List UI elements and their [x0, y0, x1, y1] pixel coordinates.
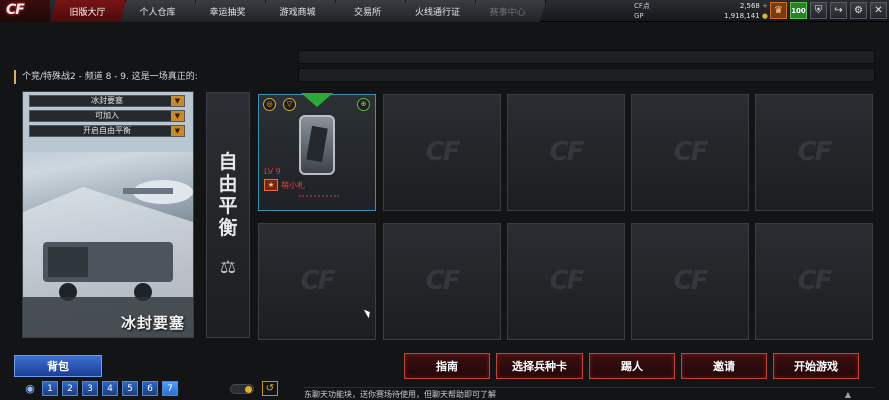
gp-value: 1,918,141: [724, 12, 760, 20]
balance-mode-dropdown[interactable]: 开启自由平衡 ▼: [29, 125, 185, 137]
map-panel[interactable]: 冰封要塞 ▼ 可加入 ▼ 开启自由平衡 ▼ 冰封要塞: [22, 91, 194, 338]
empty-slot-8[interactable]: CF: [507, 223, 625, 340]
tab-old-lobby[interactable]: 旧版大厅: [50, 0, 126, 22]
player-slot-1[interactable]: ◎ ▽ ⊕ LV 9 ★ 萌小札: [258, 93, 376, 211]
room-title: 个竞/特殊战2 - 频道 8 - 9. 这是一场真正的:: [14, 70, 296, 84]
game-mode-panel[interactable]: 自 由 平 衡 ⚖: [206, 92, 250, 338]
page-5-button[interactable]: 5: [122, 381, 138, 396]
start-game-button[interactable]: 开始游戏: [773, 353, 859, 379]
character-icon[interactable]: ◉: [22, 381, 38, 396]
map-name-label: 冰封要塞: [120, 314, 185, 332]
empty-slot-4[interactable]: CF: [631, 94, 749, 211]
cf-watermark: CF: [549, 137, 585, 167]
room-notice-bar: [298, 68, 875, 82]
currency-panel: CF点 2,568 + GP 1,918,141 ●: [634, 1, 768, 21]
cf-watermark: CF: [300, 266, 336, 296]
mode-char: 自: [218, 151, 238, 173]
cf-watermark: CF: [549, 266, 585, 296]
level-badge[interactable]: 100: [790, 2, 807, 19]
mode-char: 平: [218, 195, 238, 217]
chevron-down-icon: ▼: [171, 111, 184, 121]
chevron-down-icon: ▼: [171, 126, 184, 136]
status-dots: [299, 195, 339, 199]
tab-game-shop[interactable]: 游戏商城: [260, 0, 336, 22]
empty-slot-6[interactable]: CF: [258, 223, 376, 340]
balance-mode-value: 开启自由平衡: [83, 126, 131, 135]
player-name: 萌小札: [281, 181, 305, 190]
chat-bar[interactable]: 东聊天功能块，送你赛场待使用，但聊天帮助即可了解 ▲: [304, 387, 875, 400]
player-level: LV 9: [264, 167, 281, 176]
gear-icon[interactable]: ⚙: [850, 2, 867, 19]
cf-points-label: CF点: [634, 2, 650, 10]
cf-watermark: CF: [673, 266, 709, 296]
cf-watermark: CF: [673, 137, 709, 167]
top-bar: CF 旧版大厅 个人仓库 幸运抽奖 游戏商城 交易所 火线通行证 赛事中心 CF…: [0, 0, 889, 22]
choose-class-card-button[interactable]: 选择兵种卡: [496, 353, 583, 379]
undo-icon[interactable]: ↺: [262, 381, 278, 396]
backpack-pages: ◉ 1 2 3 4 5 6 7: [22, 381, 178, 396]
guide-button[interactable]: 指南: [404, 353, 490, 379]
map-select-dropdown[interactable]: 冰封要塞 ▼: [29, 95, 185, 107]
empty-slot-7[interactable]: CF: [383, 223, 501, 340]
cf-watermark: CF: [797, 266, 833, 296]
empty-slot-3[interactable]: CF: [507, 94, 625, 211]
page-7-button[interactable]: 7: [162, 381, 178, 396]
top-icon-bar: ♛ 100 ⛨ ↪ ⚙ ✕: [770, 2, 887, 19]
logo-text: CF: [6, 2, 25, 18]
invite-button[interactable]: 邀请: [681, 353, 767, 379]
exit-room-icon[interactable]: ↪: [830, 2, 847, 19]
cf-watermark: CF: [425, 137, 461, 167]
host-marker-icon: [301, 93, 333, 107]
tab-lucky-draw[interactable]: 幸运抽奖: [190, 0, 266, 22]
shield-icon[interactable]: ⛨: [810, 2, 827, 19]
tab-event-center[interactable]: 赛事中心: [470, 0, 546, 22]
add-circle-icon: ⊕: [357, 98, 370, 111]
filter-circle-icon: ▽: [283, 98, 296, 111]
cf-watermark: CF: [797, 137, 833, 167]
page-4-button[interactable]: 4: [102, 381, 118, 396]
game-logo: CF: [0, 0, 50, 22]
main-nav: 旧版大厅 个人仓库 幸运抽奖 游戏商城 交易所 火线通行证 赛事中心: [50, 0, 546, 22]
gp-label: GP: [634, 12, 644, 20]
tab-exchange[interactable]: 交易所: [330, 0, 406, 22]
rank-badge-icon: ★: [264, 179, 278, 191]
cf-points-value: 2,568: [739, 2, 760, 10]
page-2-button[interactable]: 2: [62, 381, 78, 396]
chevron-down-icon: ▼: [171, 96, 184, 106]
scale-icon: ⚖: [219, 257, 237, 278]
chat-message: 东聊天功能块，送你赛场待使用，但聊天帮助即可了解: [304, 390, 496, 399]
join-status-dropdown[interactable]: 可加入 ▼: [29, 110, 185, 122]
page-1-button[interactable]: 1: [42, 381, 58, 396]
mode-char: 由: [218, 173, 238, 195]
mode-char: 衡: [218, 217, 238, 239]
backpack-button[interactable]: 背包: [14, 355, 102, 377]
weapon-circle-icon: ◎: [263, 98, 276, 111]
room-info-bar: [298, 50, 875, 64]
cf-watermark: CF: [425, 266, 461, 296]
empty-slot-10[interactable]: CF: [755, 223, 873, 340]
page-6-button[interactable]: 6: [142, 381, 158, 396]
tab-battle-pass[interactable]: 火线通行证: [400, 0, 476, 22]
scroll-up-icon[interactable]: ▲: [845, 388, 851, 400]
empty-slot-5[interactable]: CF: [755, 94, 873, 211]
add-cf-button[interactable]: +: [762, 2, 768, 10]
player-card-icon: [299, 115, 335, 175]
empty-slot-2[interactable]: CF: [383, 94, 501, 211]
kick-player-button[interactable]: 踢人: [589, 353, 675, 379]
toggle-switch[interactable]: [230, 384, 254, 394]
map-select-value: 冰封要塞: [91, 96, 123, 105]
close-icon[interactable]: ✕: [870, 2, 887, 19]
empty-slot-9[interactable]: CF: [631, 223, 749, 340]
gp-coin-icon: ●: [761, 12, 768, 20]
join-status-value: 可加入: [95, 111, 119, 120]
rank-badge-icon[interactable]: ♛: [770, 2, 787, 19]
tab-personal-storage[interactable]: 个人仓库: [120, 0, 196, 22]
page-3-button[interactable]: 3: [82, 381, 98, 396]
